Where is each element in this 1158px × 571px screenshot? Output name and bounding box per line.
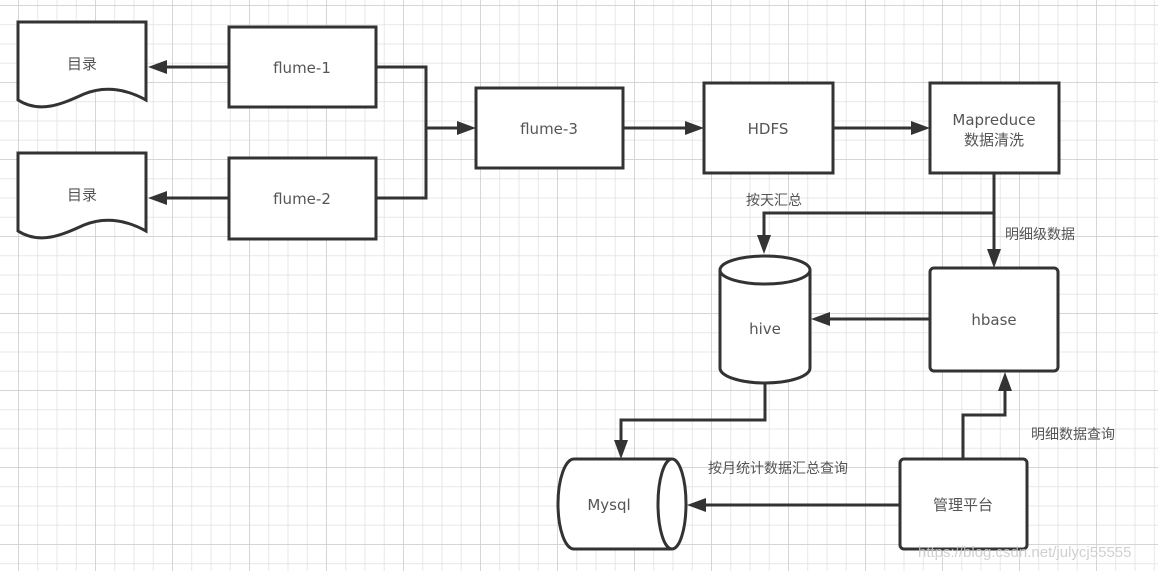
diagram-canvas: 目录 目录 flume-1 flume-2 flume-3 HDFS Mapre… xyxy=(0,0,1158,571)
node-mapreduce-label-line1: Mapreduce xyxy=(952,111,1035,129)
edge-flume3-to-hdfs xyxy=(623,121,704,135)
edge-mapreduce-to-hbase xyxy=(987,173,1001,268)
edge-label-detail-level-data: 明细级数据 xyxy=(1005,227,1075,243)
edge-flume1-to-dir1 xyxy=(148,60,229,74)
arrowhead-icon xyxy=(148,60,167,74)
node-hive[interactable]: hive xyxy=(718,254,812,385)
arrowhead-icon xyxy=(987,249,1001,268)
node-mapreduce-label-line2: 数据清洗 xyxy=(964,131,1024,149)
arrowhead-icon xyxy=(457,121,476,135)
node-hbase-label: hbase xyxy=(971,311,1016,329)
edge-flume2-to-dir2 xyxy=(148,191,229,205)
edge-hbase-to-hive xyxy=(811,312,930,326)
node-mapreduce[interactable]: Mapreduce 数据清洗 xyxy=(928,81,1061,175)
watermark-text: https://blog.csdn.net/julycj55555 xyxy=(918,544,1131,561)
node-flume-2-label: flume-2 xyxy=(273,190,331,208)
edge-hdfs-to-mapreduce xyxy=(833,121,930,135)
node-hive-label: hive xyxy=(749,320,781,338)
edge-label-detail-data-query: 明细数据查询 xyxy=(1031,427,1115,443)
node-management-platform[interactable]: 管理平台 xyxy=(898,457,1029,551)
node-hdfs[interactable]: HDFS xyxy=(702,81,835,175)
node-management-platform-label: 管理平台 xyxy=(933,496,993,514)
node-hdfs-label: HDFS xyxy=(748,120,789,138)
edge-flumes-to-flume3 xyxy=(376,65,476,200)
node-flume-3[interactable]: flume-3 xyxy=(474,86,625,170)
node-mysql-label: Mysql xyxy=(587,496,630,514)
arrowhead-icon xyxy=(685,121,704,135)
edge-label-daily-summary: 按天汇总 xyxy=(746,193,802,209)
node-flume-1-label: flume-1 xyxy=(273,59,331,77)
node-mysql[interactable]: Mysql xyxy=(556,457,688,551)
node-directory-2-label: 目录 xyxy=(67,186,97,204)
node-flume-3-label: flume-3 xyxy=(520,120,578,138)
arrowhead-icon xyxy=(687,498,706,512)
node-directory-2[interactable]: 目录 xyxy=(16,151,148,240)
node-hbase[interactable]: hbase xyxy=(928,266,1060,373)
edge-platform-to-hbase xyxy=(961,372,1012,459)
node-directory-1[interactable]: 目录 xyxy=(16,20,148,109)
edge-label-monthly-stats-query: 按月统计数据汇总查询 xyxy=(708,461,848,477)
arrowhead-icon xyxy=(998,372,1012,391)
arrowhead-icon xyxy=(811,312,830,326)
node-flume-2[interactable]: flume-2 xyxy=(227,156,378,241)
node-flume-1[interactable]: flume-1 xyxy=(227,25,378,109)
arrowhead-icon xyxy=(757,235,771,254)
node-directory-1-label: 目录 xyxy=(67,55,97,73)
edge-platform-to-mysql xyxy=(687,498,900,512)
arrowhead-icon xyxy=(911,121,930,135)
architecture-diagram: 目录 目录 flume-1 flume-2 flume-3 HDFS Mapre… xyxy=(16,20,1131,561)
arrowhead-icon xyxy=(614,440,628,459)
edge-hive-to-mysql xyxy=(614,383,767,459)
edge-mapreduce-to-hive xyxy=(757,211,994,254)
arrowhead-icon xyxy=(148,191,167,205)
